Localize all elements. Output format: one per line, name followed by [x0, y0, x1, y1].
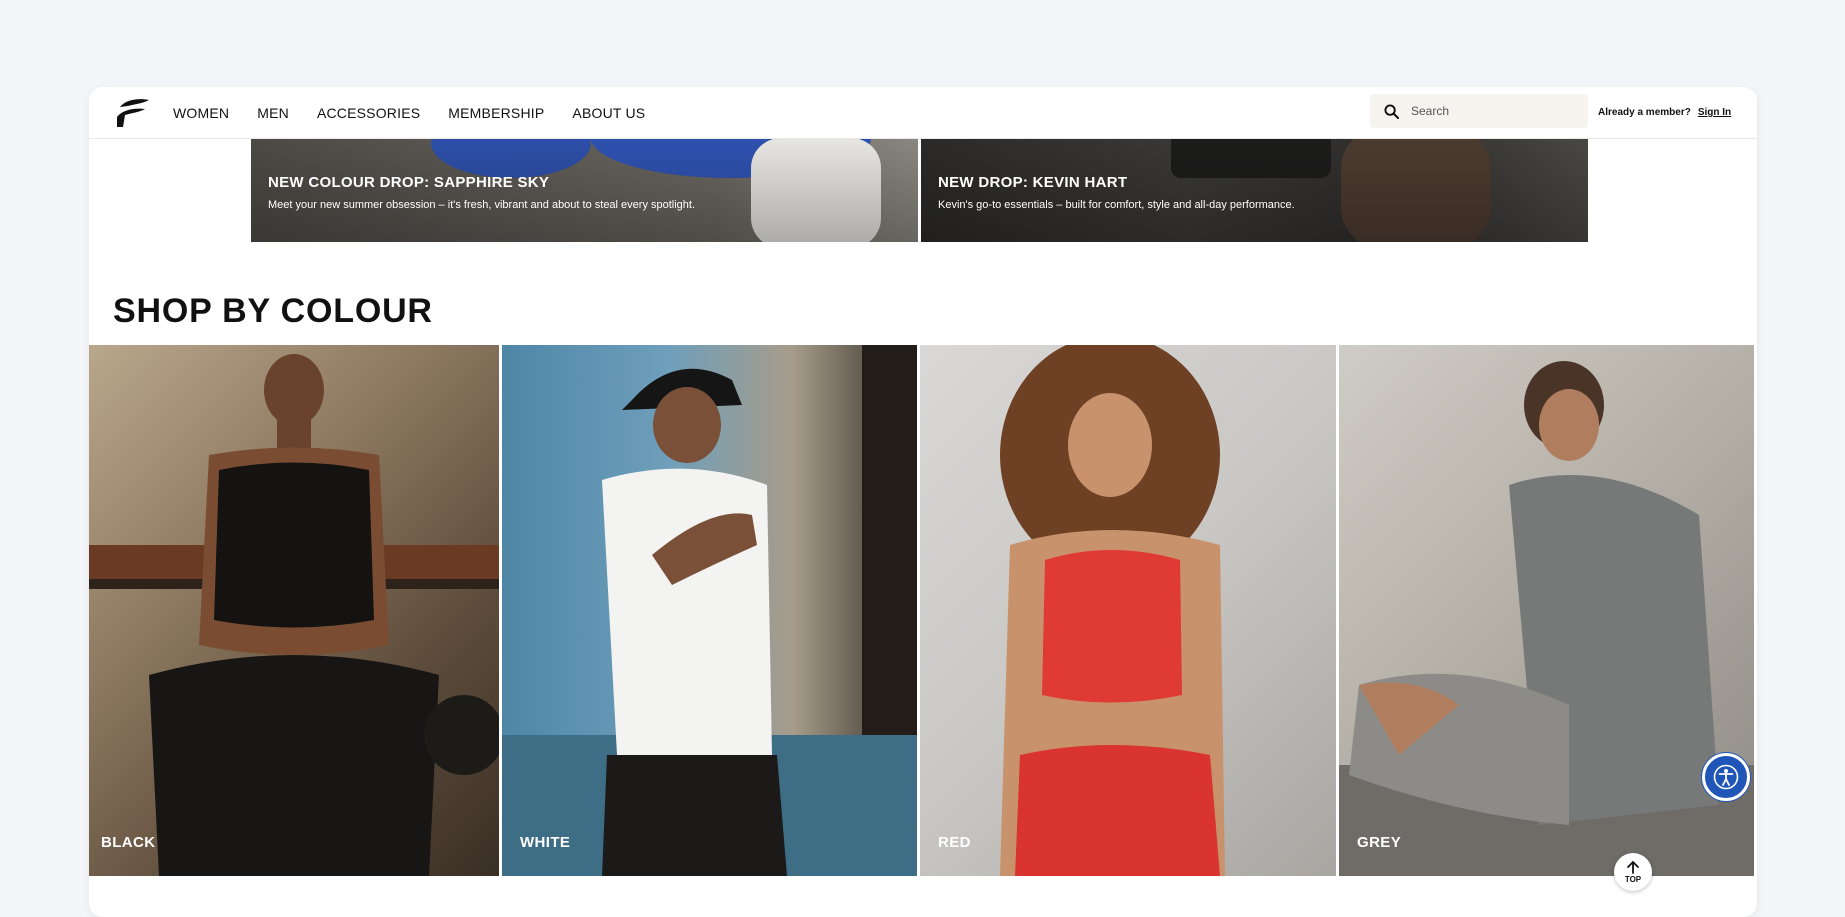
model-red-image: [1000, 345, 1225, 876]
colour-grid: BLACK WHITE RED GREY: [89, 345, 1757, 876]
model-black-image: [89, 354, 499, 876]
main-nav: WOMEN MEN ACCESSORIES MEMBERSHIP ABOUT U…: [173, 87, 673, 138]
nav-membership[interactable]: MEMBERSHIP: [448, 105, 544, 121]
accessibility-icon: [1713, 764, 1739, 790]
model-white-image: [502, 345, 917, 876]
nav-women[interactable]: WOMEN: [173, 105, 229, 121]
promo-card-sapphire[interactable]: NEW COLOUR DROP: SAPPHIRE SKY Meet your …: [251, 138, 918, 242]
arrow-up-icon: [1627, 860, 1639, 874]
back-to-top-label: TOP: [1624, 875, 1642, 884]
colour-label: BLACK: [101, 834, 156, 851]
site-header: WOMEN MEN ACCESSORIES MEMBERSHIP ABOUT U…: [89, 87, 1757, 139]
colour-tile-white[interactable]: WHITE: [502, 345, 917, 876]
nav-about-us[interactable]: ABOUT US: [572, 105, 645, 121]
colour-tile-black[interactable]: BLACK: [89, 345, 499, 876]
colour-tile-red[interactable]: RED: [920, 345, 1336, 876]
promo-card-kevin-hart[interactable]: NEW DROP: KEVIN HART Kevin's go-to essen…: [921, 138, 1588, 242]
section-title: SHOP BY COLOUR: [113, 292, 433, 330]
promo-text: Kevin's go-to essentials – built for com…: [938, 199, 1295, 211]
promo-title: NEW COLOUR DROP: SAPPHIRE SKY: [268, 174, 550, 191]
fabletics-logo-icon[interactable]: [114, 97, 150, 129]
model-grey-image: [1339, 361, 1754, 876]
accessibility-button[interactable]: [1702, 753, 1750, 801]
colour-tile-grey[interactable]: GREY: [1339, 345, 1754, 876]
browser-window: WOMEN MEN ACCESSORIES MEMBERSHIP ABOUT U…: [89, 87, 1757, 917]
search-input[interactable]: [1409, 103, 1573, 119]
promo-text: Meet your new summer obsession – it's fr…: [268, 199, 696, 211]
colour-label: GREY: [1357, 834, 1402, 851]
sign-in-link[interactable]: Sign In: [1698, 107, 1731, 118]
promo-title: NEW DROP: KEVIN HART: [938, 174, 1128, 191]
back-to-top-button[interactable]: TOP: [1614, 853, 1652, 891]
search-icon: [1384, 103, 1399, 119]
member-prompt: Already a member?: [1598, 107, 1691, 118]
search-box[interactable]: [1370, 94, 1588, 128]
nav-men[interactable]: MEN: [257, 105, 289, 121]
nav-accessories[interactable]: ACCESSORIES: [317, 105, 420, 121]
account-area: Already a member? Sign In: [1598, 87, 1731, 138]
colour-label: WHITE: [520, 834, 571, 851]
colour-label: RED: [938, 834, 971, 851]
